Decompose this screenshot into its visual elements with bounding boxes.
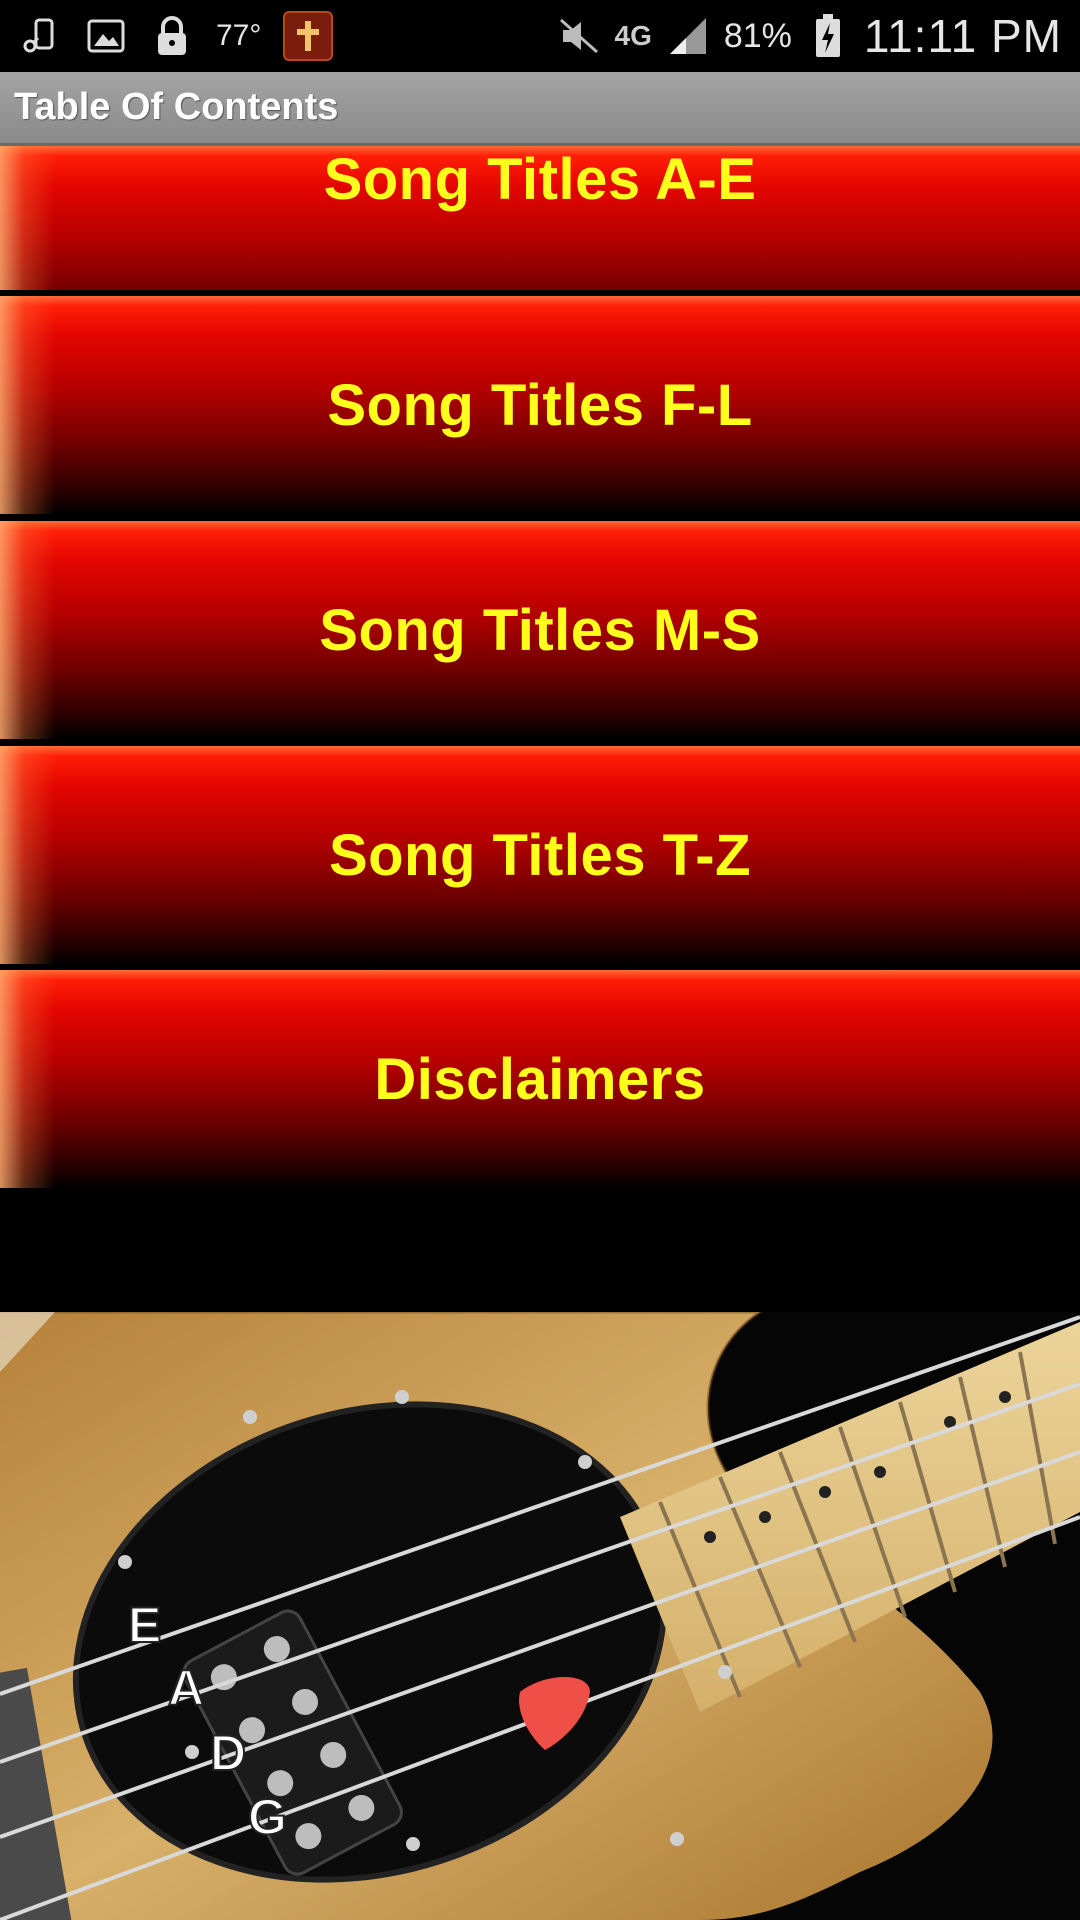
battery-percent-text: 81% — [723, 16, 792, 55]
song-titles-f-l-button[interactable]: Song Titles F-L — [0, 296, 1080, 514]
network-type-text: 4G — [614, 20, 652, 51]
bible-app-icon — [283, 11, 334, 61]
song-titles-t-z-button[interactable]: Song Titles T-Z — [0, 746, 1080, 964]
action-bar: Table Of Contents — [0, 72, 1080, 146]
button-label: Song Titles A-E — [323, 147, 757, 212]
string-label-g: G — [248, 1789, 287, 1845]
button-label: Disclaimers — [374, 1046, 706, 1112]
status-bar: 77° 4G 81% 11:11 PM — [0, 0, 1080, 72]
battery-charging-icon — [806, 14, 850, 58]
usb-debug-icon — [18, 14, 62, 58]
string-label-a: A — [168, 1660, 204, 1716]
bass-guitar-image: E A D G — [0, 1312, 1080, 1920]
button-label: Song Titles T-Z — [328, 822, 752, 888]
song-titles-a-e-button[interactable]: Song Titles A-E — [0, 146, 1080, 290]
button-label: Song Titles F-L — [327, 372, 753, 438]
string-label-e: E — [128, 1597, 161, 1653]
lock-icon — [150, 14, 194, 58]
temperature-text: 77° — [216, 19, 262, 52]
signal-icon — [666, 14, 710, 58]
disclaimers-button[interactable]: Disclaimers — [0, 970, 1080, 1188]
page-title: Table Of Contents — [14, 86, 339, 128]
string-label-d: D — [210, 1725, 246, 1781]
gallery-icon — [84, 14, 128, 58]
song-titles-m-s-button[interactable]: Song Titles M-S — [0, 521, 1080, 739]
mute-icon — [557, 14, 601, 58]
clock-text: 11:11 PM — [863, 10, 1062, 62]
button-label: Song Titles M-S — [319, 597, 761, 663]
